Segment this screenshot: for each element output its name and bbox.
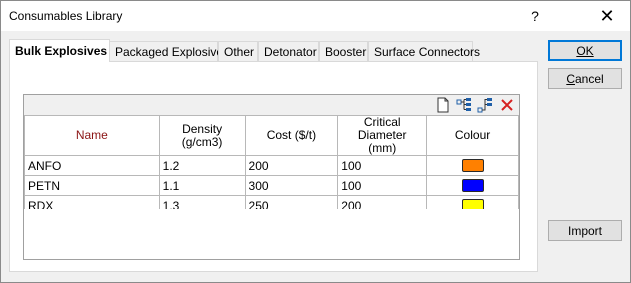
grid-toolbar xyxy=(24,95,519,115)
help-button[interactable]: ? xyxy=(515,1,555,31)
cell-colour[interactable] xyxy=(426,175,519,196)
column-header-density[interactable]: Density (g/cm3) xyxy=(158,115,246,156)
cell-colour[interactable] xyxy=(426,155,519,176)
tab-detonator[interactable]: Detonator xyxy=(258,41,319,61)
cell-density[interactable]: 1.2 xyxy=(158,155,246,176)
column-header-colour[interactable]: Colour xyxy=(426,115,519,156)
tab-bulk-explosives[interactable]: Bulk Explosives xyxy=(9,39,110,62)
column-header-critical-diameter[interactable]: Critical Diameter (mm) xyxy=(337,115,428,156)
cell-name[interactable]: PETN xyxy=(24,175,160,196)
tab-surface-connectors[interactable]: Surface Connectors xyxy=(368,41,480,61)
cell-cost[interactable]: 300 xyxy=(244,175,339,196)
tab-booster[interactable]: Booster xyxy=(319,41,368,61)
grid-empty-area[interactable] xyxy=(24,209,519,259)
tab-packaged-explosives[interactable]: Packaged Explosives xyxy=(109,41,229,61)
delete-icon[interactable] xyxy=(499,97,515,113)
table-header-row: Name Density (g/cm3) Cost ($/t) Critical… xyxy=(24,115,519,156)
title-bar: Consumables Library ? ✕ xyxy=(1,1,630,31)
ok-button-label: OK xyxy=(576,43,594,58)
window-title: Consumables Library xyxy=(9,9,123,23)
bulk-explosives-panel: Name Density (g/cm3) Cost ($/t) Critical… xyxy=(9,61,538,272)
insert-row-icon[interactable] xyxy=(456,97,472,113)
cell-name[interactable]: ANFO xyxy=(24,155,160,176)
new-document-icon[interactable] xyxy=(435,97,451,113)
table-row[interactable]: PETN 1.1 300 100 xyxy=(24,175,519,196)
cell-cost[interactable]: 200 xyxy=(244,155,339,176)
colour-swatch[interactable] xyxy=(461,159,484,172)
tab-other[interactable]: Other xyxy=(218,41,258,61)
cell-critical-diameter[interactable]: 100 xyxy=(337,155,428,176)
ok-button[interactable]: OK xyxy=(548,40,622,61)
cell-density[interactable]: 1.1 xyxy=(158,175,246,196)
append-row-icon[interactable] xyxy=(477,97,493,113)
consumables-table: Name Density (g/cm3) Cost ($/t) Critical… xyxy=(24,115,519,216)
consumables-library-dialog: Consumables Library ? ✕ Bulk Explosives … xyxy=(0,0,631,283)
close-button[interactable]: ✕ xyxy=(587,1,627,31)
cancel-button-label: Cancel xyxy=(566,71,604,86)
cancel-button[interactable]: Cancel xyxy=(548,68,622,89)
colour-swatch[interactable] xyxy=(461,179,484,192)
consumables-grid: Name Density (g/cm3) Cost ($/t) Critical… xyxy=(23,94,520,260)
column-header-name[interactable]: Name xyxy=(24,115,160,156)
table-row[interactable]: ANFO 1.2 200 100 xyxy=(24,155,519,176)
import-button[interactable]: Import xyxy=(548,220,622,241)
column-header-cost[interactable]: Cost ($/t) xyxy=(244,115,339,156)
cell-critical-diameter[interactable]: 100 xyxy=(337,175,428,196)
